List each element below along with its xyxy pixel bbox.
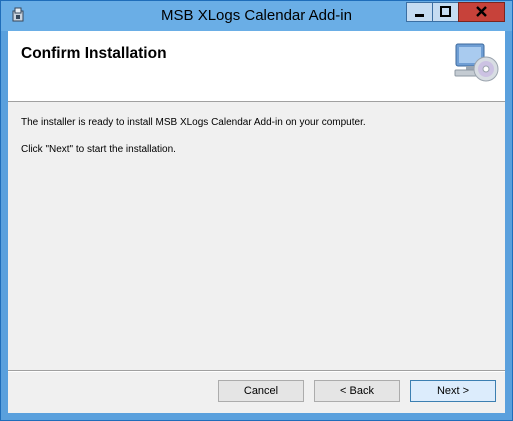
cancel-button[interactable]: Cancel bbox=[218, 380, 304, 402]
instruction-message: Click "Next" to start the installation. bbox=[21, 144, 176, 155]
close-icon bbox=[476, 6, 487, 17]
installer-window: MSB XLogs Calendar Add-in Confirm Instal… bbox=[0, 0, 513, 421]
computer-with-cd-icon bbox=[453, 42, 499, 84]
title-bar[interactable]: MSB XLogs Calendar Add-in bbox=[1, 1, 512, 31]
page-title: Confirm Installation bbox=[21, 45, 167, 62]
minimize-button[interactable] bbox=[406, 2, 433, 22]
minimize-icon bbox=[415, 14, 424, 17]
maximize-button[interactable] bbox=[432, 2, 459, 22]
dialog-client-area: Confirm Installation The installer is re… bbox=[8, 31, 505, 413]
maximize-icon bbox=[440, 6, 451, 17]
header-banner: Confirm Installation bbox=[8, 31, 505, 102]
footer-divider bbox=[8, 370, 505, 372]
close-button[interactable] bbox=[458, 2, 505, 22]
ready-message: The installer is ready to install MSB XL… bbox=[21, 117, 366, 128]
next-button[interactable]: Next > bbox=[410, 380, 496, 402]
back-button[interactable]: < Back bbox=[314, 380, 400, 402]
